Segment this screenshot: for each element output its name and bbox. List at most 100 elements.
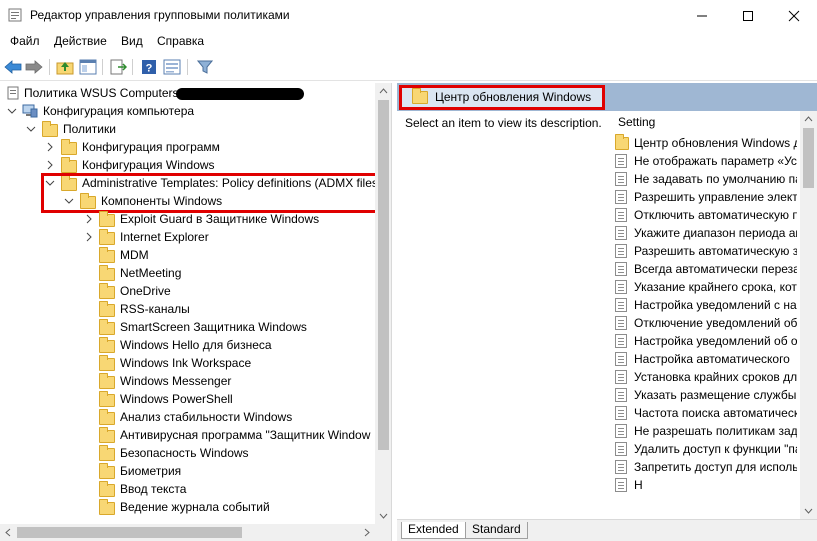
chevron-right-icon[interactable] (44, 138, 56, 156)
tree-item-child[interactable]: Windows Ink Workspace (0, 354, 375, 372)
setting-row[interactable]: Разрешить автоматическую з (615, 242, 797, 260)
tree-item-child[interactable]: Windows Messenger (0, 372, 375, 390)
chevron-right-icon[interactable] (83, 228, 95, 246)
setting-row[interactable]: Указание крайнего срока, кот (615, 278, 797, 296)
tree-item-child[interactable]: SmartScreen Защитника Windows (0, 318, 375, 336)
menu-help[interactable]: Справка (157, 34, 204, 48)
folder-icon (61, 157, 77, 173)
properties-icon[interactable] (162, 57, 182, 77)
folder-icon (99, 445, 115, 461)
folder-icon (99, 427, 115, 443)
setting-row[interactable]: Удалить доступ к функции "па (615, 440, 797, 458)
setting-folder-row[interactable]: Центр обновления Windows д (615, 134, 797, 152)
policy-setting-icon (615, 406, 627, 420)
setting-row[interactable]: Укажите диапазон периода ак (615, 224, 797, 242)
setting-row[interactable]: Настройка уведомлений об о (615, 332, 797, 350)
chevron-down-icon[interactable] (44, 174, 56, 192)
close-button[interactable] (771, 0, 817, 31)
tree-item-computer-config[interactable]: Конфигурация компьютера (0, 102, 375, 120)
setting-row[interactable]: Не задавать по умолчанию па (615, 170, 797, 188)
setting-label: Указание крайнего срока, кот (634, 280, 797, 294)
vertical-scrollbar[interactable] (800, 111, 817, 519)
up-folder-icon[interactable] (55, 57, 75, 77)
policy-document-icon (6, 86, 22, 100)
setting-row[interactable]: Частота поиска автоматическ (615, 404, 797, 422)
chevron-down-icon[interactable] (25, 120, 37, 138)
scroll-down-icon[interactable] (375, 507, 392, 524)
tree-item-child[interactable]: Ввод текста (0, 480, 375, 498)
tree-item-child[interactable]: Exploit Guard в Защитнике Windows (0, 210, 375, 228)
vertical-scrollbar[interactable] (375, 83, 392, 524)
tree-item-label: OneDrive (120, 284, 171, 298)
forward-arrow-icon[interactable] (24, 57, 44, 77)
tree-item-child[interactable]: Биометрия (0, 462, 375, 480)
tree-item-windows-components[interactable]: Компоненты Windows (0, 192, 375, 210)
export-list-icon[interactable] (108, 57, 128, 77)
scroll-down-icon[interactable] (800, 502, 817, 519)
maximize-button[interactable] (725, 0, 771, 31)
setting-row[interactable]: Установка крайних сроков дл (615, 368, 797, 386)
horizontal-scrollbar[interactable] (0, 524, 375, 541)
tree-item-admin-templates[interactable]: Administrative Templates: Policy definit… (0, 174, 378, 192)
tree-item-child[interactable]: Безопасность Windows (0, 444, 375, 462)
chevron-down-icon[interactable] (63, 192, 75, 210)
setting-column-header[interactable]: Setting (618, 115, 655, 129)
menu-file[interactable]: Файл (10, 34, 40, 48)
filter-icon[interactable] (195, 57, 215, 77)
setting-label: Указать размещение службы (634, 388, 797, 402)
policy-setting-icon (615, 208, 627, 222)
setting-row[interactable]: Разрешить управление элект (615, 188, 797, 206)
tree-item-child[interactable]: NetMeeting (0, 264, 375, 282)
setting-row[interactable]: Указать размещение службы (615, 386, 797, 404)
tree-item-child[interactable]: OneDrive (0, 282, 375, 300)
chevron-down-icon[interactable] (6, 102, 18, 120)
tree-item-child[interactable]: Windows Hello для бизнеса (0, 336, 375, 354)
tree-item-label: Administrative Templates: Policy definit… (82, 176, 378, 190)
tree-item-child[interactable]: MDM (0, 246, 375, 264)
minimize-button[interactable] (679, 0, 725, 31)
setting-row[interactable]: Запретить доступ для исполь (615, 458, 797, 476)
chevron-right-icon[interactable] (44, 156, 56, 174)
tab-standard[interactable]: Standard (465, 522, 528, 539)
tree-item-child[interactable]: Internet Explorer (0, 228, 375, 246)
menu-action[interactable]: Действие (54, 34, 107, 48)
scroll-up-icon[interactable] (800, 111, 817, 128)
setting-label: Н (634, 478, 643, 492)
setting-row[interactable]: Настройка автоматического (615, 350, 797, 368)
tree-item-child[interactable]: Анализ стабильности Windows (0, 408, 375, 426)
scroll-thumb[interactable] (803, 128, 814, 188)
setting-row[interactable]: Отключение уведомлений об (615, 314, 797, 332)
scroll-thumb[interactable] (378, 100, 389, 450)
tree-item-child[interactable]: Windows PowerShell (0, 390, 375, 408)
menu-view[interactable]: Вид (121, 34, 143, 48)
policy-setting-icon (615, 460, 627, 474)
scroll-left-icon[interactable] (0, 524, 17, 541)
tree-item-policies[interactable]: Политики (0, 120, 375, 138)
tree-item-label: Биометрия (120, 464, 182, 478)
scroll-right-icon[interactable] (358, 524, 375, 541)
policy-setting-icon (615, 262, 627, 276)
tree-item-label: SmartScreen Защитника Windows (120, 320, 307, 334)
setting-row[interactable]: Настройка уведомлений с на (615, 296, 797, 314)
tree-item-child[interactable]: Антивирусная программа "Защитник Window (0, 426, 375, 444)
tree-item-windows-config[interactable]: Конфигурация Windows (0, 156, 375, 174)
setting-label: Не разрешать политикам зад (634, 424, 797, 438)
setting-row[interactable]: Отключить автоматическую п (615, 206, 797, 224)
setting-row[interactable]: Не отображать параметр «Ус (615, 152, 797, 170)
tree-item-program-config[interactable]: Конфигурация программ (0, 138, 375, 156)
back-arrow-icon[interactable] (3, 57, 23, 77)
tab-extended[interactable]: Extended (401, 522, 466, 539)
scroll-thumb[interactable] (17, 527, 242, 538)
title-bar: Редактор управления групповыми политикам… (0, 0, 817, 31)
tree-item-child[interactable]: RSS-каналы (0, 300, 375, 318)
show-hide-tree-icon[interactable] (78, 57, 98, 77)
setting-row[interactable]: Н (615, 476, 797, 494)
chevron-right-icon[interactable] (83, 210, 95, 228)
policy-setting-icon (615, 172, 627, 186)
tree-item-child[interactable]: Ведение журнала событий (0, 498, 375, 516)
setting-row[interactable]: Не разрешать политикам зад (615, 422, 797, 440)
scroll-up-icon[interactable] (375, 83, 392, 100)
setting-row[interactable]: Всегда автоматически переза (615, 260, 797, 278)
folder-icon (99, 499, 115, 515)
help-icon[interactable]: ? (139, 57, 159, 77)
